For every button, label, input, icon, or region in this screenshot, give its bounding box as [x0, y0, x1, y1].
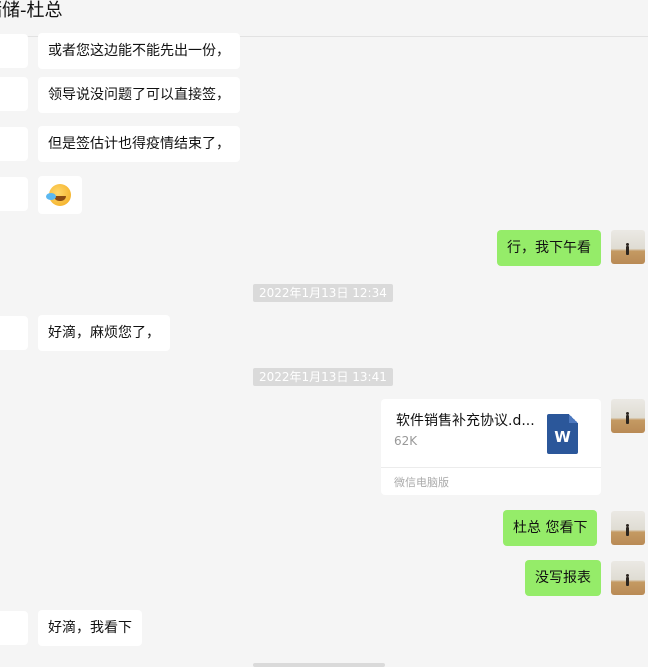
- contact-avatar[interactable]: [0, 77, 28, 111]
- emoji-message[interactable]: [38, 176, 82, 214]
- message-bubble[interactable]: 好滴，我看下: [38, 610, 142, 646]
- contact-avatar[interactable]: [0, 34, 28, 68]
- word-icon-letter: W: [554, 428, 571, 446]
- message-bubble-outgoing[interactable]: 没写报表: [525, 560, 601, 596]
- message-bubble[interactable]: 或者您这边能不能先出一份，: [38, 33, 240, 69]
- laughing-tears-emoji-icon: [46, 184, 71, 206]
- message-bubble[interactable]: 好滴，麻烦您了，: [38, 315, 170, 351]
- contact-avatar[interactable]: [0, 316, 28, 350]
- timestamp: 2022年1月13日 13:41: [253, 368, 393, 386]
- message-bubble[interactable]: 领导说没问题了可以直接签，: [38, 77, 240, 113]
- word-document-icon: W: [547, 414, 578, 454]
- file-card-divider: [381, 467, 601, 468]
- contact-avatar[interactable]: [0, 177, 28, 211]
- my-avatar[interactable]: [611, 561, 645, 595]
- file-size: 62K: [394, 434, 418, 448]
- my-avatar[interactable]: [611, 230, 645, 264]
- contact-avatar[interactable]: [0, 127, 28, 161]
- chat-title: 储储-杜总: [0, 0, 63, 21]
- contact-avatar[interactable]: [0, 611, 28, 645]
- my-avatar[interactable]: [611, 399, 645, 433]
- my-avatar[interactable]: [611, 511, 645, 545]
- partial-timestamp: [253, 663, 385, 667]
- timestamp: 2022年1月13日 12:34: [253, 284, 393, 302]
- message-bubble[interactable]: 但是签估计也得疫情结束了，: [38, 126, 240, 162]
- file-name: 软件销售补充协议.d...: [396, 413, 535, 429]
- message-bubble-outgoing[interactable]: 行，我下午看: [497, 230, 601, 266]
- file-message[interactable]: 软件销售补充协议.d... 62K W 微信电脑版: [381, 399, 601, 495]
- file-source: 微信电脑版: [394, 476, 449, 489]
- chat-header: 储储-杜总: [0, 0, 648, 37]
- message-bubble-outgoing[interactable]: 杜总 您看下: [503, 510, 598, 546]
